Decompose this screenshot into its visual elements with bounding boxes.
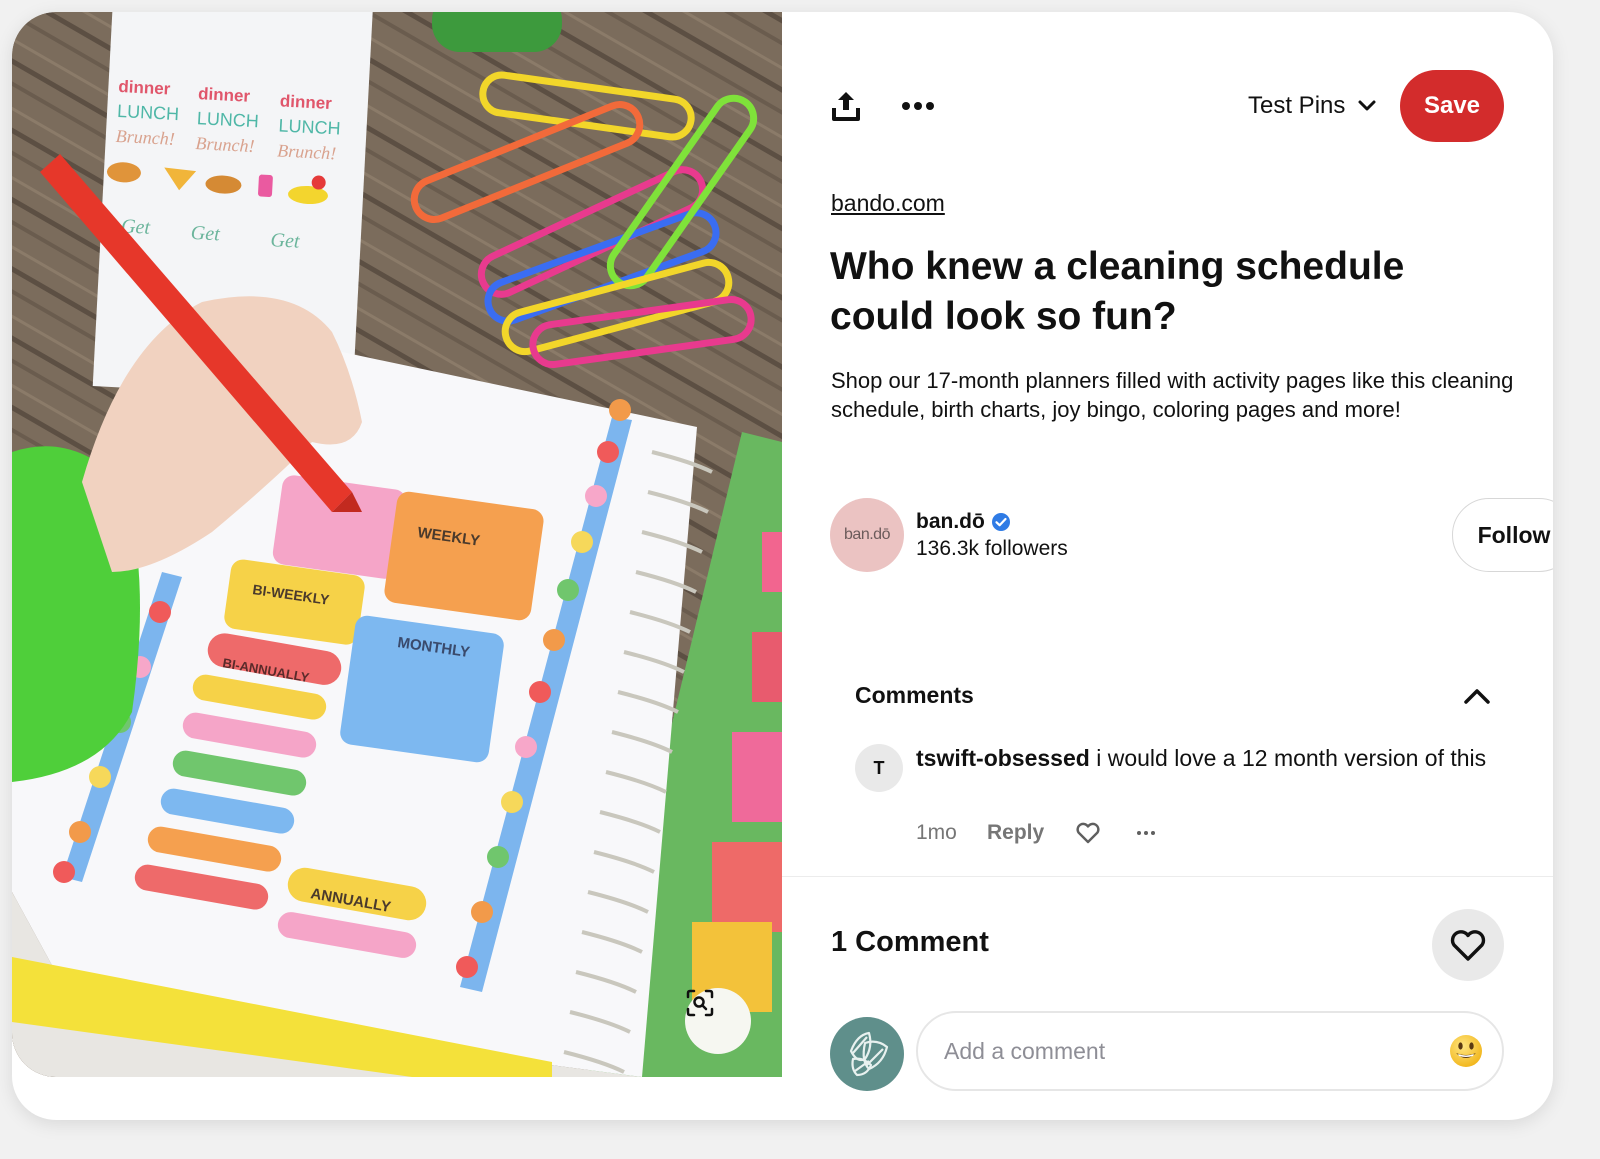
pin-photo-illustration: dinner dinner dinner LUNCH LUNCH LUNCH B… (12, 12, 782, 1077)
sticker-word: Brunch! (195, 133, 255, 156)
comment-actions: 1mo Reply (916, 818, 1156, 848)
share-button[interactable] (826, 86, 866, 126)
heart-outline-icon (1076, 822, 1100, 844)
comments-title: Comments (855, 682, 974, 708)
svg-text:Get: Get (190, 222, 220, 246)
reply-button[interactable]: Reply (987, 821, 1075, 845)
commenter-name[interactable]: tswift-obsessed (916, 745, 1090, 771)
current-user-avatar[interactable] (830, 1017, 904, 1091)
creator-name: ban.dō (916, 510, 985, 533)
save-button[interactable]: Save (1400, 70, 1504, 142)
pin-toolbar: Test Pins Save (782, 70, 1553, 142)
sticker-word: dinner (118, 77, 171, 99)
emoji-picker-button[interactable] (1448, 1033, 1484, 1069)
sticker-word: LUNCH (117, 101, 180, 124)
green-cup (432, 12, 562, 52)
comment-input[interactable] (944, 1013, 1424, 1089)
follower-count: 136.3k followers (916, 537, 1068, 560)
pin-closeup-card: dinner dinner dinner LUNCH LUNCH LUNCH B… (12, 12, 1553, 1120)
visual-search-icon (686, 989, 714, 1017)
chevron-up-icon (1464, 689, 1490, 704)
source-link[interactable]: bando.com (831, 190, 945, 217)
follow-button[interactable]: Follow (1452, 498, 1553, 572)
pin-details-pane: Test Pins Save bando.com Who knew a clea… (782, 12, 1553, 1120)
pin-image[interactable]: dinner dinner dinner LUNCH LUNCH LUNCH B… (12, 12, 782, 1077)
sticker-word: dinner (198, 84, 251, 106)
creator-avatar[interactable]: ban.dō (830, 498, 904, 572)
verified-badge-icon (991, 513, 1010, 531)
sticker-word: dinner (279, 91, 332, 113)
pin-title: Who knew a cleaning schedule could look … (830, 245, 1405, 338)
comment-body: tswift-obsessed i would love a 12 month … (916, 744, 1496, 773)
svg-text:Get: Get (270, 229, 300, 253)
comment-more-button[interactable] (1136, 830, 1156, 836)
more-options-button[interactable] (898, 86, 938, 126)
like-comment-button[interactable] (1075, 822, 1136, 844)
smiley-emoji-icon (1450, 1035, 1482, 1067)
visual-search-button[interactable] (685, 988, 751, 1054)
comment-timestamp: 1mo (916, 821, 957, 844)
board-selector[interactable]: Test Pins (1248, 88, 1377, 124)
sticker-word: Brunch! (115, 126, 175, 149)
collapse-comments-button[interactable] (1461, 680, 1493, 712)
sticker-word: LUNCH (278, 115, 341, 138)
comments-header: Comments (855, 676, 1493, 716)
board-name: Test Pins (1248, 92, 1346, 119)
comment-count: 1 Comment (831, 926, 989, 958)
comment-text: i would love a 12 month version of this (1096, 745, 1487, 771)
sticker-word: LUNCH (196, 108, 259, 131)
creator-name-link[interactable]: ban.dō (916, 510, 1011, 534)
creator-row: ban.dō ban.dō 136.3k followers Follow (830, 498, 1553, 572)
more-dots-icon (1137, 831, 1155, 835)
heart-outline-icon (1450, 930, 1486, 961)
share-upload-icon (832, 92, 860, 121)
section-divider (782, 876, 1553, 877)
react-button[interactable] (1432, 909, 1504, 981)
pin-description: Shop our 17-month planners filled with a… (831, 368, 1514, 422)
leaf-avatar-icon (849, 1031, 889, 1077)
chevron-down-icon (1358, 100, 1376, 111)
commenter-avatar[interactable]: T (855, 744, 903, 792)
sticker-word: Brunch! (277, 140, 337, 163)
more-dots-icon (902, 102, 934, 110)
add-comment-field (916, 1011, 1504, 1091)
